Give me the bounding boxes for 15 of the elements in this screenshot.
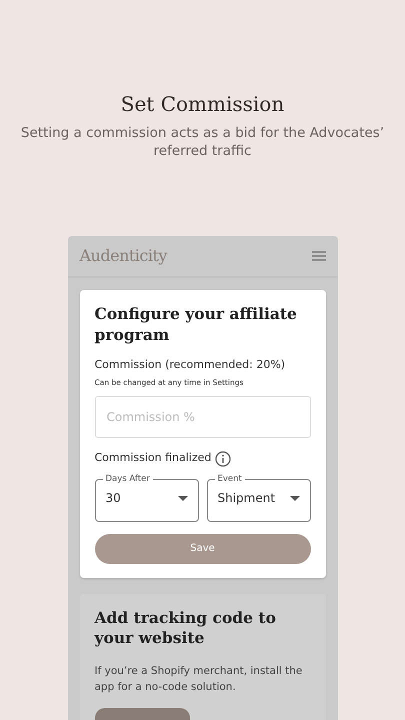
dropdown-value: 30 xyxy=(106,490,121,508)
card-title: Add tracking code to your website xyxy=(94,608,277,648)
logo: Audenticity xyxy=(80,245,167,268)
page-subtitle: Setting a commission acts as a bid for the Advocates’ referred traffic xyxy=(20,124,385,160)
commission-field[interactable]: Commission % xyxy=(94,396,310,438)
field-label: Commission (recommended: 20%) xyxy=(94,356,286,373)
dropdown-label: Days After xyxy=(104,474,151,484)
card-text: If you’re a Shopify merchant, install the app for a no-code solution. xyxy=(94,664,304,695)
card-title: Configure your affiliate program xyxy=(94,304,298,345)
dropdown[interactable]: Event Shipment xyxy=(206,474,310,522)
dropdown-value: Shipment xyxy=(218,490,276,508)
dropdown-label: Event xyxy=(216,474,243,484)
dropdown[interactable]: Days After 30 xyxy=(94,474,198,522)
field-label: Commission finalized xyxy=(94,450,212,466)
page-title: Set Commission xyxy=(120,91,286,116)
